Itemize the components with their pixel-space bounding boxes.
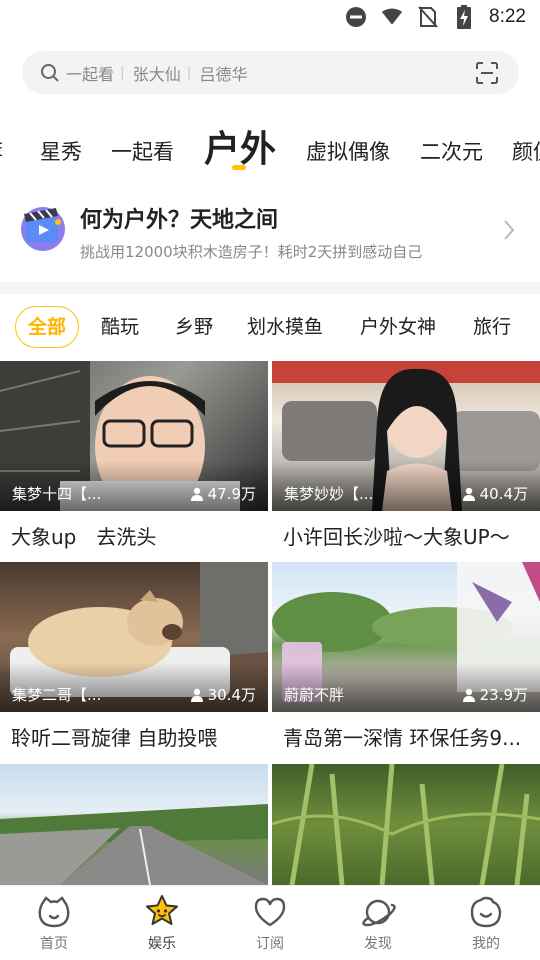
anchor-name: 集梦二哥【... xyxy=(12,686,102,704)
viewer-count: 30.4万 xyxy=(190,684,256,705)
bottom-navigation: 首页 娱乐 订阅 发现 我的 xyxy=(0,885,540,960)
live-card[interactable]: 蔚蔚不胖 23.9万 青岛第一深情 环保任务9... xyxy=(272,562,540,751)
nav-mine[interactable]: 我的 xyxy=(446,894,526,953)
do-not-disturb-icon xyxy=(345,6,367,28)
filter-slacking[interactable]: 划水摸鱼 xyxy=(247,306,323,348)
category-banner[interactable]: 何为户外？天地之间 挑战用12000块积木造房子！耗时2天拼到感动自己 xyxy=(0,192,540,272)
viewer-count: 23.9万 xyxy=(462,684,528,705)
viewer-icon xyxy=(462,487,475,501)
search-bar[interactable]: 一起看 | 张大仙 | 吕德华 xyxy=(22,51,519,94)
stream-title: 大象up 去洗头 xyxy=(11,525,157,549)
live-card[interactable] xyxy=(272,764,540,885)
search-hint-2: 张大仙 xyxy=(132,64,181,84)
stream-title: 青岛第一深情 环保任务9... xyxy=(283,726,522,750)
nav-entertainment[interactable]: 娱乐 xyxy=(122,894,202,953)
search-hint-3: 吕德华 xyxy=(199,64,248,84)
nav-entertainment-label: 娱乐 xyxy=(148,936,176,952)
stream-thumbnail: 集梦十四【... 47.9万 xyxy=(0,361,268,511)
chevron-right-icon xyxy=(500,218,518,242)
nav-subscribe[interactable]: 订阅 xyxy=(230,894,310,953)
filter-outdoor-goddess[interactable]: 户外女神 xyxy=(360,306,436,348)
stream-title: 小许回长沙啦～大象UP～ xyxy=(283,525,510,549)
tab-virtual-idol[interactable]: 虚拟偶像 xyxy=(306,136,390,166)
viewer-count-value: 30.4万 xyxy=(207,686,256,704)
search-icon xyxy=(40,61,64,85)
anchor-name: 集梦妙妙【... xyxy=(284,485,374,503)
nav-mine-label: 我的 xyxy=(472,936,500,952)
subcategory-filters: 全部 酷玩 乡野 划水摸鱼 户外女神 旅行 xyxy=(0,306,540,348)
stream-thumbnail: 集梦妙妙【... 40.4万 xyxy=(272,361,540,511)
tab-watch-together[interactable]: 一起看 xyxy=(111,136,174,166)
smile-face-icon xyxy=(468,894,504,930)
nav-home[interactable]: 首页 xyxy=(14,894,94,953)
search-separator: | xyxy=(186,64,192,81)
wifi-icon xyxy=(381,6,403,28)
viewer-count-value: 23.9万 xyxy=(479,686,528,704)
nav-discover[interactable]: 发现 xyxy=(338,894,418,953)
filter-countryside[interactable]: 乡野 xyxy=(175,306,213,348)
home-face-icon xyxy=(36,894,72,930)
stream-title: 聆听二哥旋律 自助投喂 xyxy=(11,726,218,750)
stream-thumbnail xyxy=(272,764,540,885)
viewer-icon xyxy=(462,688,475,702)
tab-looks[interactable]: 颜值 xyxy=(512,136,540,166)
active-tab-indicator xyxy=(232,165,246,170)
viewer-icon xyxy=(190,487,203,501)
star-face-icon xyxy=(144,894,180,930)
no-sim-icon xyxy=(417,6,439,28)
live-card[interactable] xyxy=(0,764,268,885)
planet-icon xyxy=(360,894,396,930)
anchor-name: 集梦十四【... xyxy=(12,485,102,503)
stream-thumbnail: 集梦二哥【... 30.4万 xyxy=(0,562,268,712)
banner-title: 何为户外？天地之间 xyxy=(80,208,279,233)
search-separator: | xyxy=(120,64,125,81)
stream-thumbnail: 蔚蔚不胖 23.9万 xyxy=(272,562,540,712)
section-divider xyxy=(0,282,540,294)
anchor-name: 蔚蔚不胖 xyxy=(284,686,345,704)
viewer-count-value: 47.9万 xyxy=(207,485,256,503)
tab-recommend[interactable]: 荐 xyxy=(0,136,3,166)
nav-subscribe-label: 订阅 xyxy=(256,936,284,952)
status-bar: 8:22 xyxy=(0,0,540,40)
banner-subtitle: 挑战用12000块积木造房子！耗时2天拼到感动自己 xyxy=(80,243,423,261)
viewer-count-value: 40.4万 xyxy=(479,485,528,503)
nav-home-label: 首页 xyxy=(40,936,68,952)
viewer-count: 40.4万 xyxy=(462,483,528,504)
scan-icon[interactable] xyxy=(475,61,499,85)
filter-travel[interactable]: 旅行 xyxy=(473,306,511,348)
battery-charging-icon xyxy=(453,5,475,29)
viewer-count: 47.9万 xyxy=(190,483,256,504)
filter-all[interactable]: 全部 xyxy=(15,306,80,348)
search-hint-1: 一起看 xyxy=(66,64,115,84)
stream-thumbnail xyxy=(0,764,268,885)
tab-xingxiu[interactable]: 星秀 xyxy=(40,136,82,166)
nav-discover-label: 发现 xyxy=(364,936,392,952)
clapperboard-icon xyxy=(18,202,68,252)
heart-icon xyxy=(252,894,288,930)
live-card[interactable]: 集梦十四【... 47.9万 大象up 去洗头 xyxy=(0,361,268,550)
live-card[interactable]: 集梦二哥【... 30.4万 聆听二哥旋律 自助投喂 xyxy=(0,562,268,751)
tab-anime[interactable]: 二次元 xyxy=(420,136,483,166)
filter-cool-play[interactable]: 酷玩 xyxy=(101,306,139,348)
live-card[interactable]: 集梦妙妙【... 40.4万 小许回长沙啦～大象UP～ xyxy=(272,361,540,550)
viewer-icon xyxy=(190,688,203,702)
clock: 8:22 xyxy=(489,6,526,27)
